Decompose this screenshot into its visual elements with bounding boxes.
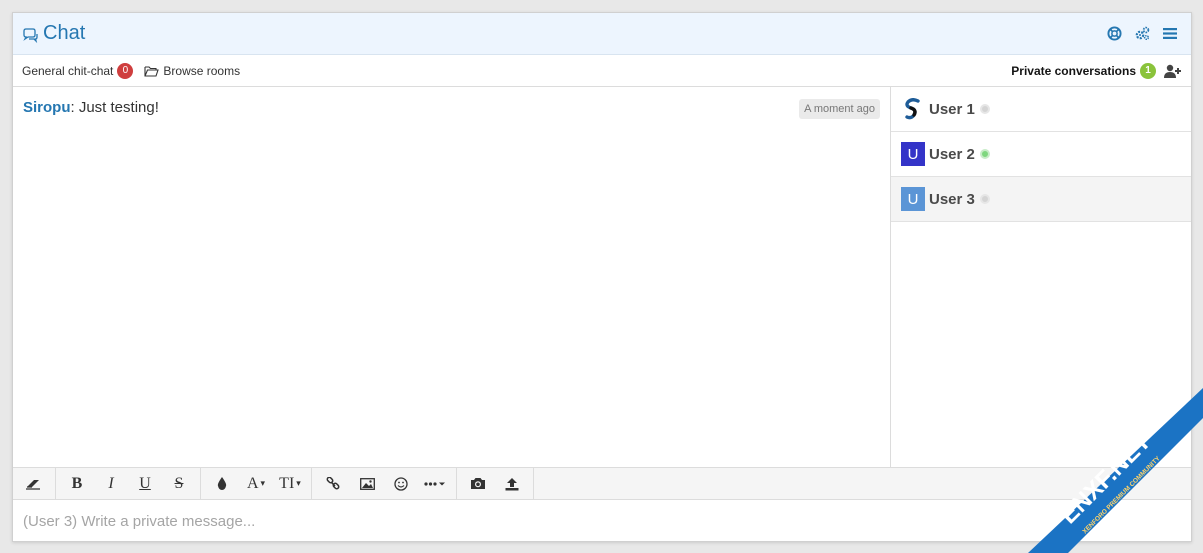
status-offline-icon xyxy=(979,104,990,114)
dropdown-caret-icon: ▾ xyxy=(260,478,266,488)
smiley-icon[interactable] xyxy=(384,467,418,500)
message-author[interactable]: Siropu xyxy=(23,99,71,116)
upload-icon[interactable] xyxy=(495,467,529,500)
message-timestamp: A moment ago xyxy=(799,99,880,119)
private-conversations-label: Private conversations xyxy=(1011,63,1136,78)
avatar: U xyxy=(901,187,925,211)
avatar xyxy=(901,97,925,121)
lifebuoy-icon[interactable] xyxy=(1105,25,1123,43)
chat-window: Chat General chit-chat 0 Browse rooms Pr… xyxy=(12,12,1192,542)
status-online-icon xyxy=(979,149,990,159)
editor-toolbar: B I U S A ▾ TI ▾ xyxy=(13,467,1191,500)
avatar-letter: U xyxy=(907,145,919,163)
room-bar: General chit-chat 0 Browse rooms Private… xyxy=(13,55,1191,87)
toolbar-group-media xyxy=(457,468,534,499)
dropdown-caret-icon: ▾ xyxy=(296,478,301,488)
underline-icon[interactable]: U xyxy=(128,467,162,500)
browse-rooms-button[interactable]: Browse rooms xyxy=(144,64,240,78)
message-body: Just testing! xyxy=(74,99,159,116)
unread-badge: 0 xyxy=(117,62,134,79)
link-icon[interactable] xyxy=(316,467,350,500)
font-family-letter: A xyxy=(246,474,259,492)
cogs-icon[interactable] xyxy=(1133,25,1151,43)
message-list: Siropu: Just testing! A moment ago xyxy=(13,87,891,467)
chat-content: Siropu: Just testing! A moment ago User … xyxy=(13,87,1191,467)
user-name: User 1 xyxy=(929,100,975,118)
chat-bubbles-icon xyxy=(23,28,38,43)
message-item: Siropu: Just testing! A moment ago xyxy=(13,87,890,131)
message-input[interactable] xyxy=(23,513,1181,530)
user-list: User 1 U User 2 U User 3 xyxy=(891,87,1191,467)
user-row-1[interactable]: User 1 xyxy=(891,87,1191,132)
user-name: User 2 xyxy=(929,145,975,163)
folder-open-icon xyxy=(144,65,160,77)
message-text: Siropu: Just testing! xyxy=(23,99,159,116)
chat-header: Chat xyxy=(13,13,1191,55)
camera-icon[interactable] xyxy=(461,467,495,500)
toolbar-group-format: B I U S xyxy=(56,468,201,499)
toolbar-group-style: A ▾ TI ▾ xyxy=(201,468,312,499)
user-row-2[interactable]: U User 2 xyxy=(891,132,1191,177)
font-size-letters: TI xyxy=(279,474,295,492)
eraser-icon[interactable] xyxy=(17,467,51,500)
strikethrough-icon[interactable]: S xyxy=(162,467,196,500)
private-count-badge: 1 xyxy=(1140,62,1156,79)
private-conversations-tab[interactable]: Private conversations 1 xyxy=(1011,62,1156,79)
font-family-icon[interactable]: A ▾ xyxy=(239,467,273,500)
user-name: User 3 xyxy=(929,190,975,208)
more-icon[interactable] xyxy=(418,467,452,500)
room-tab-label: General chit-chat xyxy=(22,63,114,78)
avatar-letter: U xyxy=(907,190,919,208)
add-user-icon[interactable] xyxy=(1164,64,1182,78)
bold-icon[interactable]: B xyxy=(60,467,94,500)
image-icon[interactable] xyxy=(350,467,384,500)
header-actions xyxy=(1105,25,1182,43)
toolbar-group-insert xyxy=(312,468,457,499)
message-editor xyxy=(13,500,1191,541)
room-tab-general[interactable]: General chit-chat 0 xyxy=(22,62,134,79)
toolbar-group-clear xyxy=(13,468,56,499)
color-icon[interactable] xyxy=(205,467,239,500)
chat-title-text: Chat xyxy=(43,22,86,44)
chat-title: Chat xyxy=(22,22,85,45)
italic-icon[interactable]: I xyxy=(94,467,128,500)
avatar: U xyxy=(901,142,925,166)
menu-icon[interactable] xyxy=(1161,25,1179,43)
font-size-icon[interactable]: TI ▾ xyxy=(273,467,307,500)
browse-rooms-label: Browse rooms xyxy=(163,63,241,78)
status-offline-icon xyxy=(979,194,990,204)
user-row-3[interactable]: U User 3 xyxy=(891,177,1191,222)
siropu-logo-icon xyxy=(905,98,920,120)
